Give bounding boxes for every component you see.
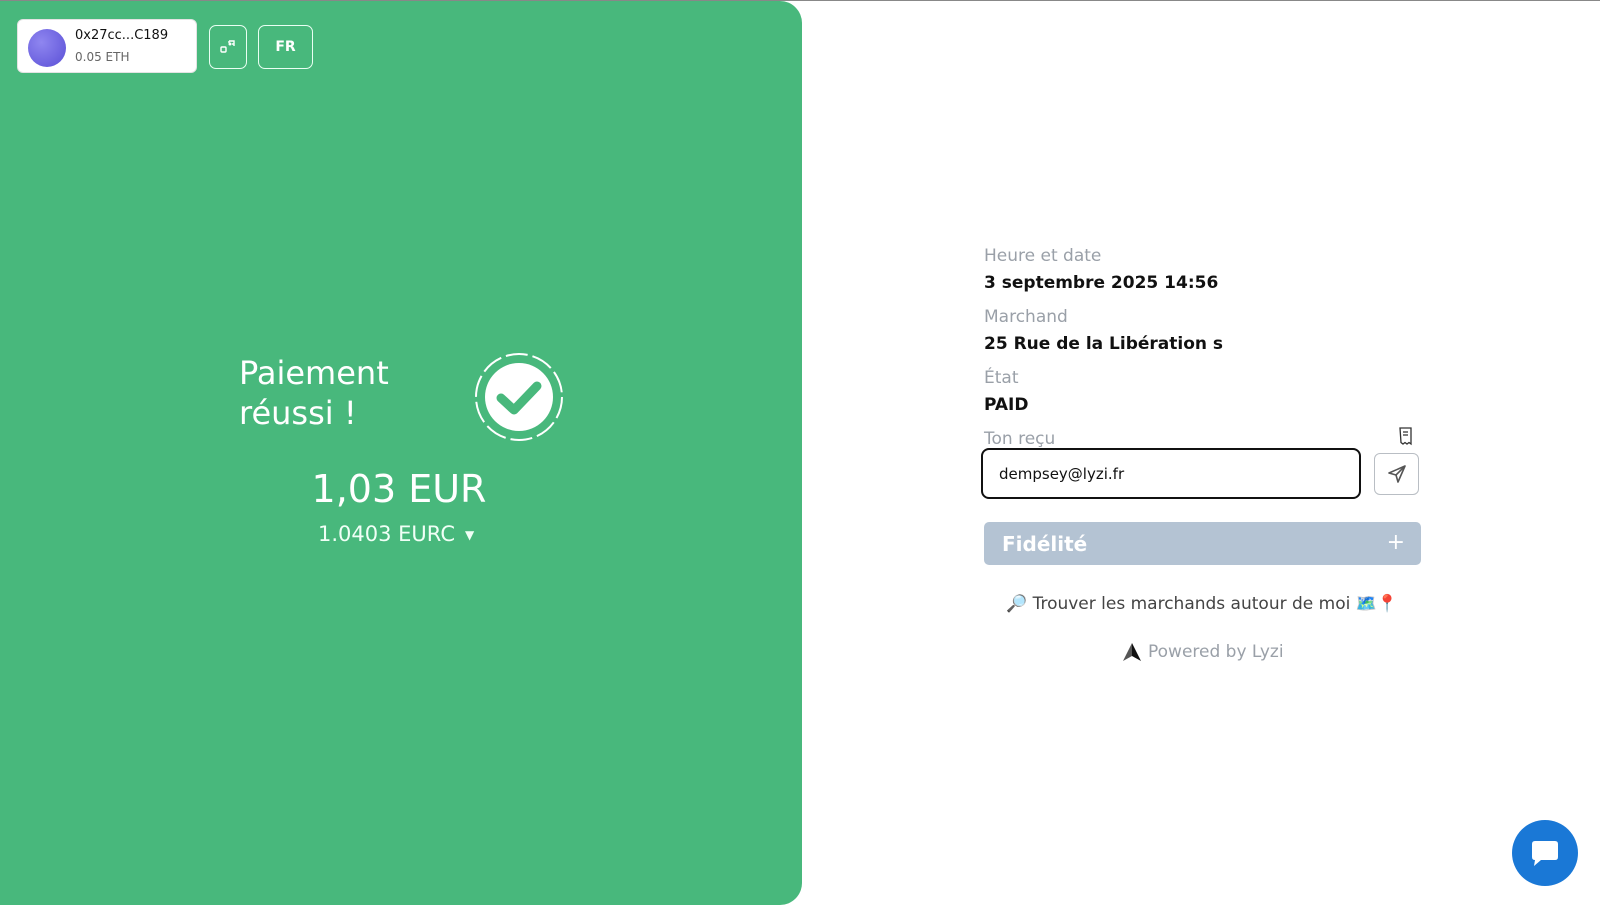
send-receipt-button[interactable]: [1374, 453, 1419, 495]
receipt-email-input[interactable]: [981, 448, 1361, 499]
state-value: PAID: [984, 395, 1029, 415]
title-line-1: Paiement: [239, 354, 389, 392]
caret-down-icon: ▼: [465, 528, 475, 542]
crypto-amount: 1.0403 EURC: [318, 522, 456, 546]
merchant-label: Marchand: [984, 307, 1068, 327]
wallet-avatar: [28, 29, 66, 67]
chat-button[interactable]: [1512, 820, 1578, 886]
powered-by-text: Powered by Lyzi: [1148, 642, 1284, 662]
crypto-amount-toggle[interactable]: 1.0403 EURC ▼: [318, 522, 474, 546]
receipt-icon[interactable]: [1396, 426, 1416, 446]
fiat-amount-text: 1,03 EUR: [311, 467, 487, 511]
scan-button[interactable]: [209, 25, 247, 69]
fidelity-accordion[interactable]: Fidélité +: [984, 522, 1421, 565]
chat-icon: [1532, 841, 1558, 866]
send-icon: [1387, 465, 1406, 483]
merchant-value: 25 Rue de la Libération s: [984, 334, 1224, 354]
plus-icon: +: [1386, 530, 1405, 555]
payment-success-title: Paiement réussi !: [239, 353, 389, 433]
scan-icon: [220, 40, 235, 53]
language-button[interactable]: FR: [258, 25, 313, 69]
fiat-amount: 1,03 EUR: [0, 467, 802, 511]
lyzi-logo-icon: [1123, 643, 1141, 661]
wallet-card[interactable]: 0x27cc...C189 0.05 ETH: [17, 19, 197, 73]
state-label: État: [984, 368, 1019, 388]
fidelity-label: Fidélité: [1002, 532, 1088, 556]
datetime-value: 3 septembre 2025 14:56: [984, 273, 1219, 293]
check-circle-icon: [475, 353, 563, 441]
datetime-label: Heure et date: [984, 246, 1102, 266]
wallet-address: 0x27cc...C189: [75, 28, 169, 43]
powered-by[interactable]: Powered by Lyzi: [1122, 642, 1284, 662]
wallet-balance: 0.05 ETH: [75, 50, 130, 64]
payment-panel: 0x27cc...C189 0.05 ETH FR Paiement réuss…: [0, 1, 802, 905]
find-merchants-link[interactable]: 🔎 Trouver les marchands autour de moi 🗺️…: [1006, 594, 1398, 614]
receipt-label: Ton reçu: [984, 429, 1056, 449]
title-line-2: réussi !: [239, 394, 357, 432]
